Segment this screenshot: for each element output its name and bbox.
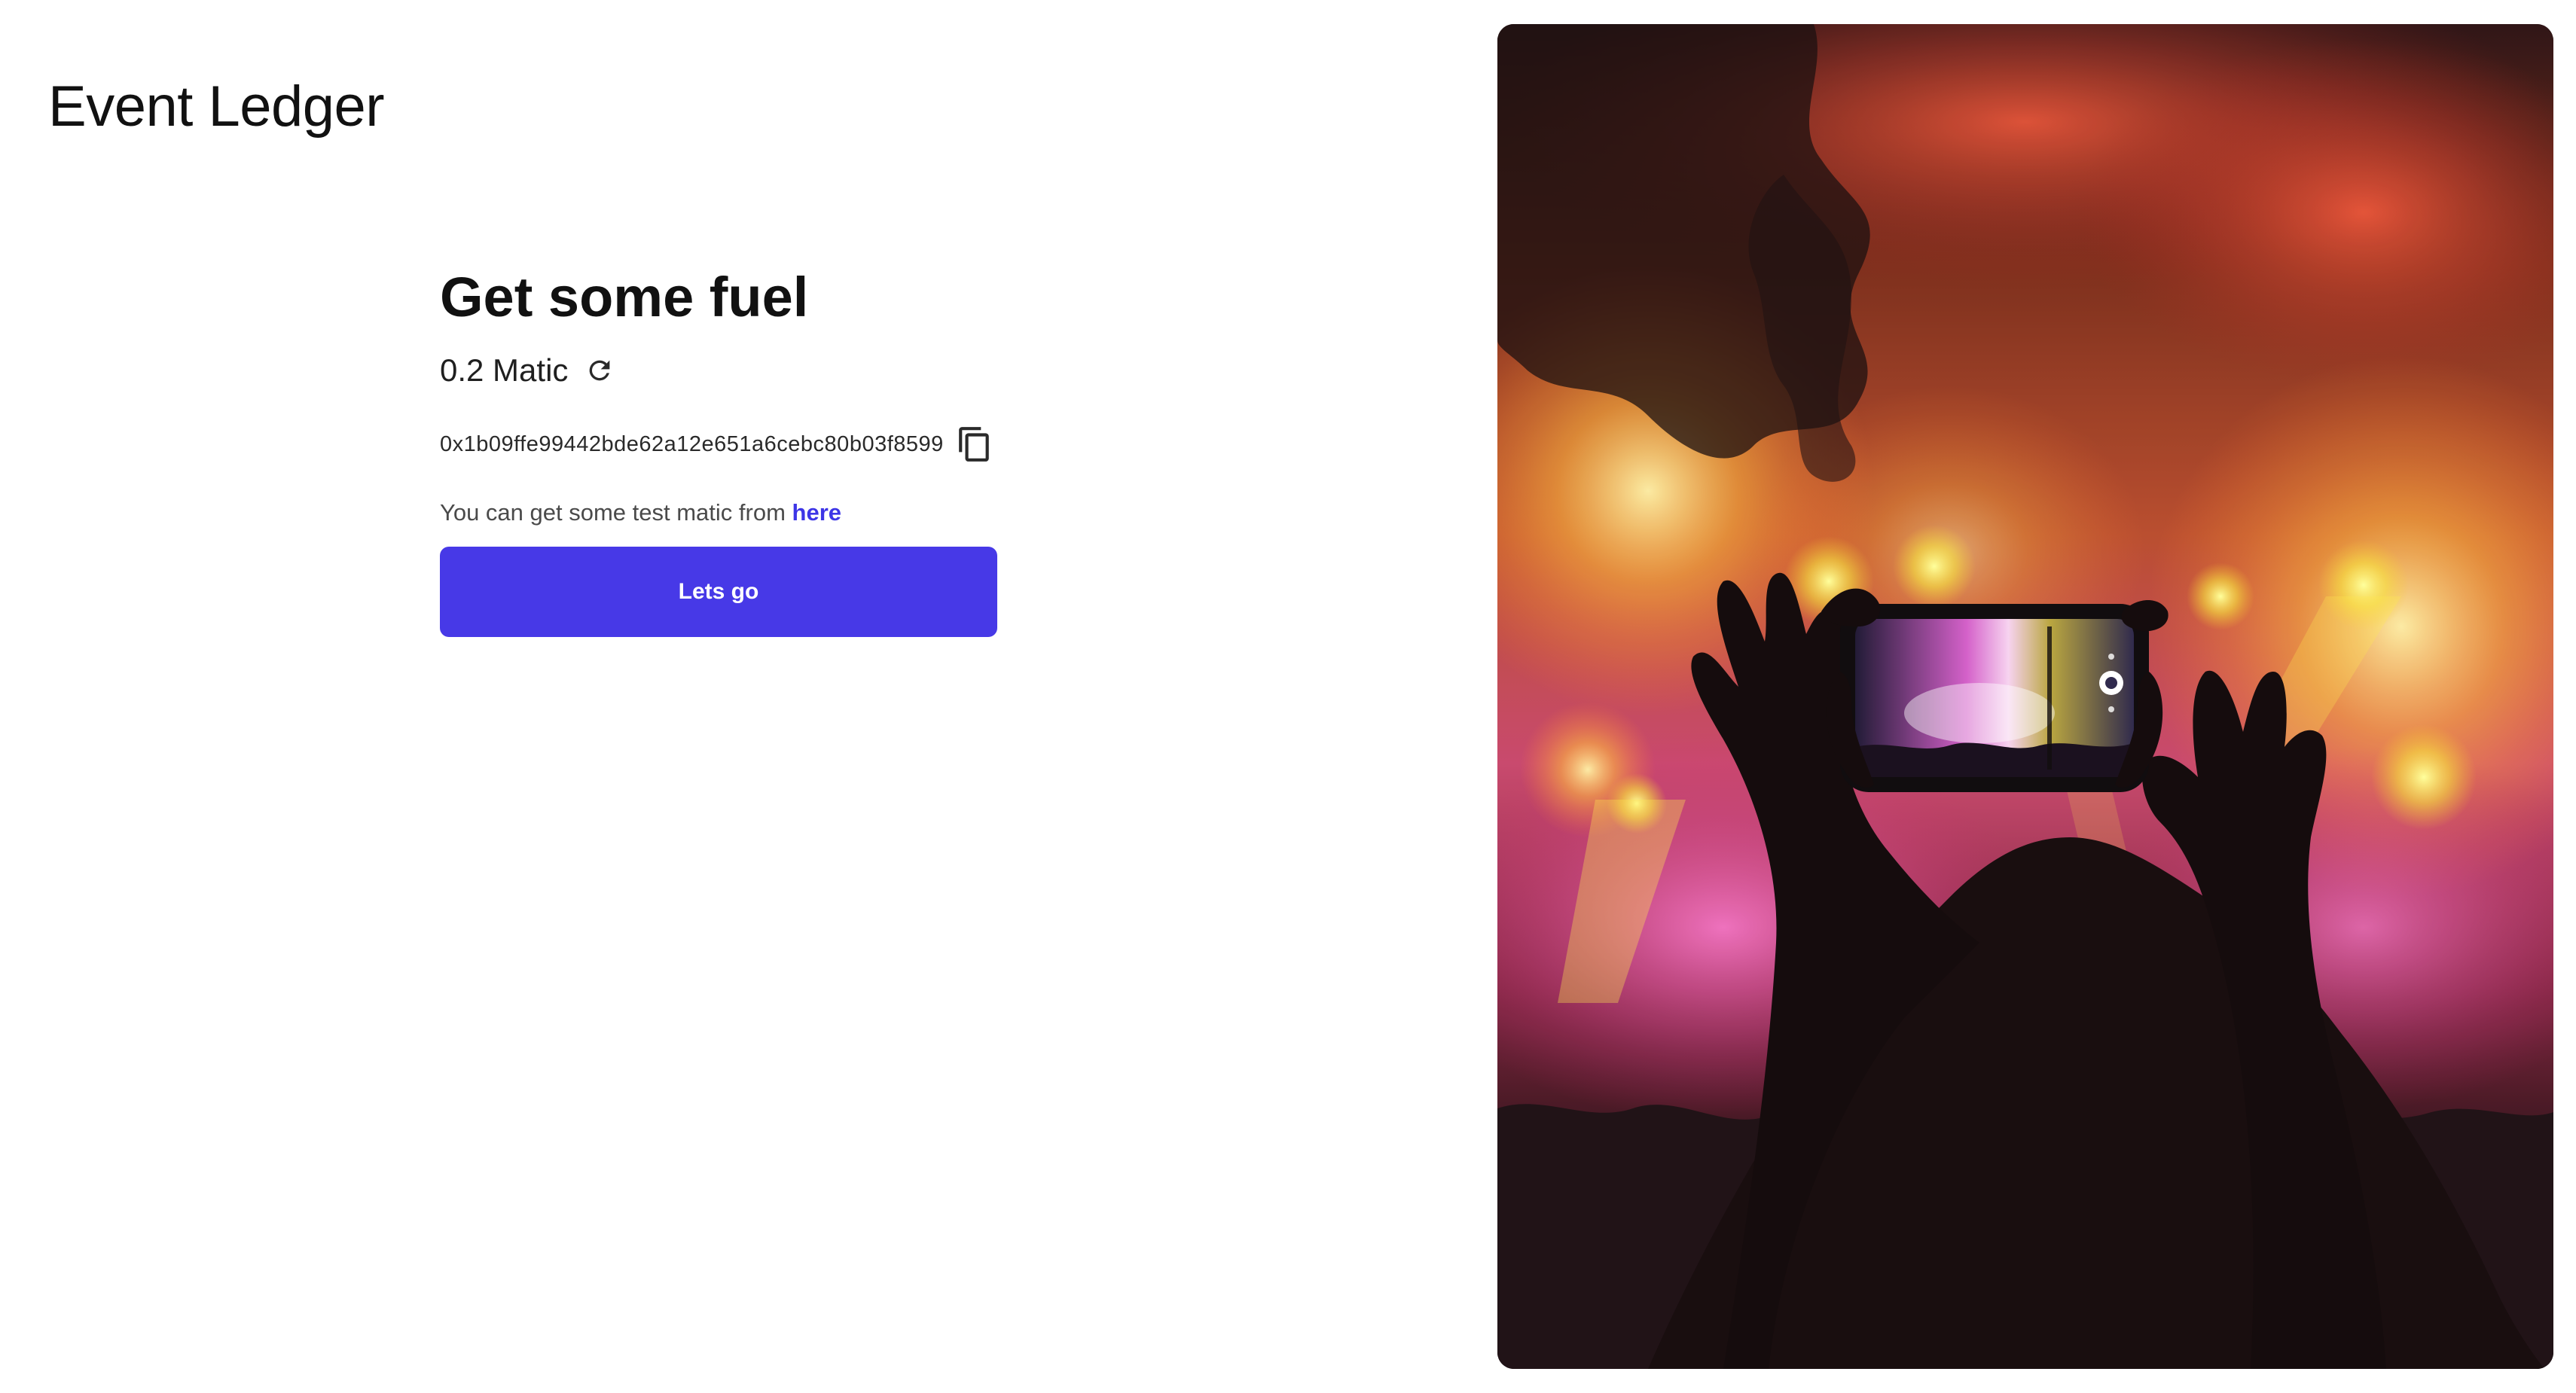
concert-photo: [1497, 24, 2553, 1369]
fuel-panel: Get some fuel 0.2 Matic 0x1b09ffe99442bd…: [440, 256, 1058, 637]
copy-icon[interactable]: [956, 425, 993, 463]
app-title: Event Ledger: [48, 75, 385, 139]
concert-photo-illustration: [1497, 24, 2553, 1369]
balance-row: 0.2 Matic: [440, 339, 1058, 402]
page-title: Get some fuel: [440, 266, 809, 328]
wallet-address: 0x1b09ffe99442bde62a12e651a6cebc80b03f85…: [440, 431, 944, 456]
refresh-icon[interactable]: [584, 355, 615, 386]
faucet-hint: You can get some test matic from here: [440, 495, 1058, 530]
lets-go-button[interactable]: Lets go: [440, 547, 997, 637]
faucet-hint-text: You can get some test matic from: [440, 499, 792, 526]
wallet-address-row: 0x1b09ffe99442bde62a12e651a6cebc80b03f85…: [440, 414, 1058, 474]
faucet-link[interactable]: here: [792, 499, 841, 526]
balance-value: 0.2 Matic: [440, 352, 569, 388]
